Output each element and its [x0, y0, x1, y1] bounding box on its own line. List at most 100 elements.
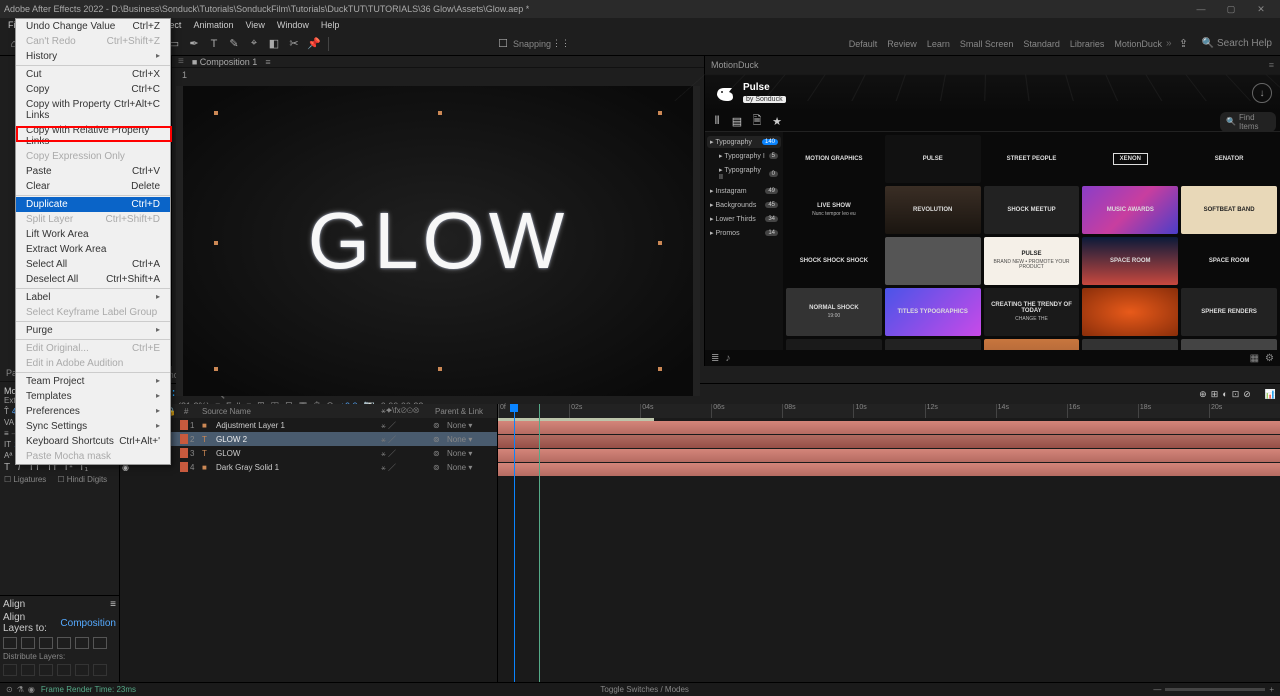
menuitem-deselect-all[interactable]: Deselect AllCtrl+Shift+A: [16, 272, 170, 287]
menuitem-clear[interactable]: ClearDelete: [16, 179, 170, 194]
workspace-standard[interactable]: Standard: [1023, 39, 1060, 49]
zoom-out-icon[interactable]: —: [1153, 685, 1161, 694]
switch-icon[interactable]: ◐: [1222, 389, 1227, 399]
menuitem-undo-change-value[interactable]: Undo Change ValueCtrl+Z: [16, 19, 170, 34]
timeline-tracks[interactable]: 0f02s04s06s08s10s12s14s16s18s20s: [498, 404, 1280, 682]
panel-menu-icon[interactable]: ≡: [178, 56, 184, 67]
menuitem-lift-work-area[interactable]: Lift Work Area: [16, 227, 170, 242]
template-thumb[interactable]: SOFTBEAT BAND: [1181, 186, 1277, 234]
template-thumb[interactable]: PULSE: [885, 135, 981, 183]
render-icon[interactable]: ⊙: [6, 685, 13, 694]
file-icon[interactable]: 🗎: [749, 114, 765, 130]
align-target-dropdown[interactable]: Composition: [60, 618, 116, 629]
template-thumb[interactable]: SPACE ROOM: [1181, 237, 1277, 285]
zoom-in-icon[interactable]: +: [1269, 685, 1274, 694]
template-thumb[interactable]: MOTION DESIGN TEMPLATE: [885, 339, 981, 350]
menu-animation[interactable]: Animation: [187, 20, 239, 30]
settings-icon[interactable]: ⚙: [1265, 353, 1274, 364]
dist-hcenter-icon[interactable]: [21, 664, 35, 676]
switch-icon[interactable]: ⊘: [1243, 389, 1251, 400]
star-icon[interactable]: ★: [769, 114, 785, 130]
sidebar-item-backgrounds[interactable]: ▸ Backgrounds45: [707, 199, 781, 211]
graph-editor-icon[interactable]: 📊: [1265, 389, 1276, 400]
workspace-learn[interactable]: Learn: [927, 39, 950, 49]
switch-icon[interactable]: ⊡: [1232, 389, 1240, 400]
menuitem-extract-work-area[interactable]: Extract Work Area: [16, 242, 170, 257]
menuitem-copy-with-property-links[interactable]: Copy with Property LinksCtrl+Alt+C: [16, 97, 170, 123]
sidebar-item-promos[interactable]: ▸ Promos14: [707, 227, 781, 239]
dist-left-icon[interactable]: [3, 664, 17, 676]
panel-options-icon[interactable]: ≡: [1269, 60, 1274, 70]
switch-icon[interactable]: ⊕: [1199, 389, 1207, 400]
align-left-icon[interactable]: [3, 637, 17, 649]
toggle-switches-button[interactable]: Toggle Switches / Modes: [600, 685, 689, 694]
template-thumb[interactable]: SHOCK SHOCK SHOCK: [786, 237, 882, 285]
menuitem-sync-settings[interactable]: Sync Settings▸: [16, 419, 170, 434]
panel-menu-icon[interactable]: ≡: [110, 599, 116, 610]
puppet-tool[interactable]: 📌: [305, 35, 323, 53]
template-thumb[interactable]: XENON: [1082, 135, 1178, 183]
template-thumb[interactable]: SPHERE RENDERS: [1181, 288, 1277, 336]
share-icon[interactable]: ⇪: [1177, 35, 1191, 53]
template-thumb[interactable]: [984, 339, 1080, 350]
composition-canvas[interactable]: GLOW: [176, 86, 700, 396]
template-thumb[interactable]: SENATOR: [1181, 135, 1277, 183]
layer-row[interactable]: ◉4■Dark Gray Solid 1⚹ ／⊚None ▾: [120, 460, 497, 474]
audio-icon[interactable]: ♪: [725, 353, 730, 364]
dist-top-icon[interactable]: [57, 664, 71, 676]
motionduck-tab[interactable]: MotionDuck: [711, 60, 759, 70]
layer-row[interactable]: ◉1■Adjustment Layer 1⚹ ／⊚None ▾: [120, 418, 497, 432]
template-grid[interactable]: MOTION GRAPHICSPULSESTREET PEOPLEXENONSE…: [783, 132, 1280, 350]
sidebar-item-lower-thirds[interactable]: ▸ Lower Thirds34: [707, 213, 781, 225]
menu-window[interactable]: Window: [271, 20, 315, 30]
sidebar-item-typography-i[interactable]: ▸ Typography I5: [707, 150, 781, 162]
menuitem-history[interactable]: History▸: [16, 49, 170, 64]
template-thumb[interactable]: LIVE SHOWNunc tempor leo eu: [786, 186, 882, 234]
roto-tool[interactable]: ✂: [285, 35, 303, 53]
search-help-input[interactable]: Search Help: [1217, 38, 1272, 49]
align-right-icon[interactable]: [39, 637, 53, 649]
sidebar-item-typography[interactable]: ▸ Typography140: [707, 136, 781, 148]
menuitem-keyboard-shortcuts[interactable]: Keyboard ShortcutsCtrl+Alt+': [16, 434, 170, 449]
template-thumb[interactable]: SHOCK MEETUP: [984, 186, 1080, 234]
close-tab-icon[interactable]: ≡: [265, 57, 270, 67]
sidebar-item-typography-ii[interactable]: ▸ Typography II0: [707, 164, 781, 183]
pen-tool[interactable]: ✒: [185, 35, 203, 53]
template-thumb[interactable]: CREATING THE TRENDY OF TODAYCHANGE THE: [984, 288, 1080, 336]
menuitem-preferences[interactable]: Preferences▸: [16, 404, 170, 419]
workspace-motionduck[interactable]: MotionDuck: [1114, 39, 1162, 49]
clone-tool[interactable]: ⌖: [245, 35, 263, 53]
menuitem-label[interactable]: Label▸: [16, 290, 170, 305]
layer-row[interactable]: ◉3TGLOW⚹ ／⊚None ▾: [120, 446, 497, 460]
zoom-slider[interactable]: [1165, 688, 1265, 691]
align-vcenter-icon[interactable]: [75, 637, 89, 649]
menuitem-select-all[interactable]: Select AllCtrl+A: [16, 257, 170, 272]
workspace-default[interactable]: Default: [849, 39, 878, 49]
layers-icon[interactable]: ▤: [729, 114, 745, 130]
fps-icon[interactable]: ◉: [28, 685, 35, 694]
filter-icon[interactable]: ⫴: [709, 114, 725, 130]
menuitem-purge[interactable]: Purge▸: [16, 323, 170, 338]
sidebar-item-instagram[interactable]: ▸ Instagram49: [707, 185, 781, 197]
template-thumb[interactable]: MOTION GRAPHICS: [786, 135, 882, 183]
workspace-libraries[interactable]: Libraries: [1070, 39, 1105, 49]
effects-icon[interactable]: ⚗: [17, 685, 24, 694]
menu-help[interactable]: Help: [315, 20, 346, 30]
template-thumb[interactable]: STREET PEOPLE: [984, 135, 1080, 183]
align-hcenter-icon[interactable]: [21, 637, 35, 649]
snapping-checkbox[interactable]: ☐: [494, 35, 512, 53]
menuitem-cut[interactable]: CutCtrl+X: [16, 67, 170, 82]
dist-right-icon[interactable]: [39, 664, 53, 676]
menuitem-templates[interactable]: Templates▸: [16, 389, 170, 404]
minimize-button[interactable]: —: [1186, 4, 1216, 14]
find-items-input[interactable]: 🔍 Find Items: [1220, 112, 1276, 132]
brush-tool[interactable]: ✎: [225, 35, 243, 53]
template-thumb[interactable]: [885, 237, 981, 285]
workspace-small-screen[interactable]: Small Screen: [960, 39, 1014, 49]
align-top-icon[interactable]: [57, 637, 71, 649]
menuitem-copy-with-relative-property-links[interactable]: Copy with Relative Property Links: [16, 123, 170, 149]
text-tool[interactable]: T: [205, 35, 223, 53]
template-thumb[interactable]: REVOLUTION: [885, 186, 981, 234]
template-thumb[interactable]: TITLES TYPOGRAPHICS: [885, 288, 981, 336]
layer-row[interactable]: ◉2TGLOW 2⚹ ／⊚None ▾: [120, 432, 497, 446]
